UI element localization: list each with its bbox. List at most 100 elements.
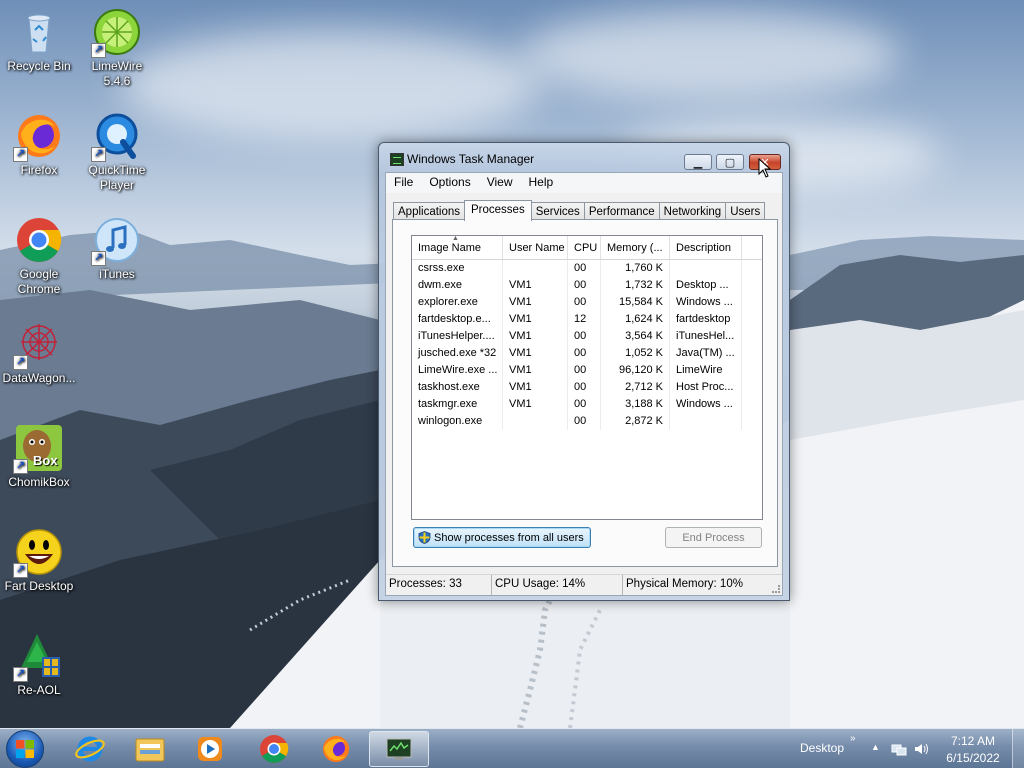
minimize-button[interactable]: ▁ <box>684 154 712 170</box>
table-row[interactable]: csrss.exe 00 1,760 K <box>412 260 762 277</box>
end-process-button[interactable]: End Process <box>665 527 762 548</box>
row-filler <box>742 379 762 396</box>
desktop-icon-chrome[interactable]: Google Chrome <box>0 216 78 297</box>
clock-date[interactable]: 6/15/2022 <box>944 751 1002 765</box>
cell-image-name: taskhost.exe <box>412 379 503 396</box>
shortcut-arrow-icon: ↗ <box>13 147 28 162</box>
status-processes: Processes: 33 <box>386 575 492 595</box>
cell-memory: 15,584 K <box>601 294 670 311</box>
show-hidden-icons-button[interactable]: ▲ <box>871 742 880 752</box>
menu-view[interactable]: View <box>479 173 521 193</box>
cell-user-name: VM1 <box>503 345 568 362</box>
tab-processes[interactable]: Processes <box>464 200 532 221</box>
menu-options[interactable]: Options <box>421 173 478 193</box>
table-row[interactable]: winlogon.exe 00 2,872 K <box>412 413 762 430</box>
table-row[interactable]: dwm.exe VM1 00 1,732 K Desktop ... <box>412 277 762 294</box>
column-header-cpu[interactable]: CPU <box>568 236 601 259</box>
start-button[interactable] <box>6 730 44 768</box>
taskbar-firefox[interactable] <box>306 731 366 767</box>
shortcut-arrow-icon: ↗ <box>91 43 106 58</box>
cell-cpu: 00 <box>568 345 601 362</box>
column-header-user-name[interactable]: User Name <box>503 236 568 259</box>
task-manager-icon <box>386 738 412 760</box>
cell-user-name: VM1 <box>503 311 568 328</box>
desktop-icon-label: Firefox <box>20 163 58 177</box>
network-icon[interactable] <box>891 742 907 756</box>
cell-memory: 1,732 K <box>601 277 670 294</box>
table-row[interactable]: explorer.exe VM1 00 15,584 K Windows ... <box>412 294 762 311</box>
cell-user-name: VM1 <box>503 328 568 345</box>
desktop-icon-label: Re-AOL <box>17 683 61 697</box>
process-list[interactable]: ▲ Image Name User Name CPU Memory (... D… <box>411 235 763 520</box>
table-row[interactable]: fartdesktop.e... VM1 12 1,624 Kfartdesktop <box>412 311 762 328</box>
desktop-icon-datawagon[interactable]: ↗ DataWagon... <box>0 320 78 386</box>
shortcut-arrow-icon: ↗ <box>13 667 28 682</box>
clock-time[interactable]: 7:12 AM <box>944 734 1002 748</box>
column-header-description[interactable]: Description <box>670 236 742 259</box>
taskbar-windows-media-player[interactable] <box>180 731 240 767</box>
row-filler <box>742 311 762 328</box>
desktop-icon-recycle-bin[interactable]: Recycle Bin <box>0 8 78 74</box>
cell-user-name: VM1 <box>503 396 568 413</box>
row-filler <box>742 396 762 413</box>
folder-icon <box>135 738 165 762</box>
limewire-icon: ↗ <box>91 8 141 58</box>
volume-icon[interactable] <box>913 742 929 756</box>
cell-cpu: 00 <box>568 277 601 294</box>
cell-description: Windows ... <box>670 396 742 413</box>
taskbar-google-chrome[interactable] <box>244 731 304 767</box>
processes-panel: ▲ Image Name User Name CPU Memory (... D… <box>392 219 778 567</box>
desktop-toolbar-label[interactable]: Desktop <box>800 741 844 755</box>
desktop-icon-label: Google Chrome <box>17 267 61 296</box>
show-desktop-button[interactable] <box>1012 729 1024 768</box>
desktop-icon-firefox[interactable]: ↗ Firefox <box>0 112 78 178</box>
desktop-icon-re-aol[interactable]: ↗ Re-AOL <box>0 632 78 698</box>
cell-memory: 3,188 K <box>601 396 670 413</box>
toolbar-chevron-icon[interactable]: » <box>850 733 856 744</box>
taskbar-internet-explorer[interactable] <box>60 731 120 767</box>
table-row[interactable]: taskmgr.exe VM1 00 3,188 K Windows ... <box>412 396 762 413</box>
cell-cpu: 12 <box>568 311 601 328</box>
desktop-icon-chomikbox[interactable]: Box ↗ ChomikBox <box>0 424 78 490</box>
table-row[interactable]: taskhost.exe VM1 00 2,712 K Host Proc... <box>412 379 762 396</box>
desktop-icon-quicktime[interactable]: ↗ QuickTime Player <box>78 112 156 193</box>
cell-memory: 1,760 K <box>601 260 670 277</box>
task-manager-window[interactable]: Windows Task Manager ▁ ▢ ✕ File Options … <box>378 142 790 601</box>
resize-grip[interactable] <box>772 585 780 593</box>
firefox-icon: ↗ <box>13 112 63 162</box>
taskbar-task-manager[interactable] <box>369 731 429 767</box>
table-row[interactable]: LimeWire.exe ... VM1 00 96,120 K LimeWire <box>412 362 762 379</box>
shortcut-arrow-icon: ↗ <box>91 147 106 162</box>
menu-file[interactable]: File <box>386 173 421 193</box>
table-row[interactable]: jusched.exe *32 VM1 00 1,052 K Java(TM) ... <box>412 345 762 362</box>
fart-desktop-icon: ↗ <box>13 528 63 578</box>
cell-user-name: VM1 <box>503 294 568 311</box>
desktop-icon-label: ChomikBox <box>8 475 70 489</box>
table-row[interactable]: iTunesHelper.... VM1 00 3,564 KiTunesHel... <box>412 328 762 345</box>
desktop-icon-limewire[interactable]: ↗ LimeWire 5.4.6 <box>78 8 156 89</box>
column-header-image-name[interactable]: ▲ Image Name <box>412 236 503 259</box>
cell-image-name: jusched.exe *32 <box>412 345 503 362</box>
row-filler <box>742 277 762 294</box>
desktop-icon-itunes[interactable]: ↗ iTunes <box>78 216 156 282</box>
status-cpu-usage: CPU Usage: 14% <box>492 575 623 595</box>
process-rows: csrss.exe 00 1,760 Kdwm.exe VM1 00 1,732 K Des… <box>412 260 762 430</box>
column-header-memory[interactable]: Memory (... <box>601 236 670 259</box>
tab-strip: Applications Processes Services Performa… <box>393 200 766 221</box>
taskbar-windows-explorer[interactable] <box>120 731 180 767</box>
internet-explorer-icon <box>75 736 105 762</box>
desktop-icon-fart-desktop[interactable]: ↗ Fart Desktop <box>0 528 78 594</box>
cell-memory: 1,052 K <box>601 345 670 362</box>
cell-image-name: fartdesktop.e... <box>412 311 503 328</box>
desktop-icon-label: QuickTime Player <box>88 163 146 192</box>
maximize-button[interactable]: ▢ <box>716 154 744 170</box>
column-header-label: Image Name <box>418 242 481 254</box>
menu-help[interactable]: Help <box>521 173 562 193</box>
cell-image-name: explorer.exe <box>412 294 503 311</box>
show-all-users-button[interactable]: Show processes from all users <box>413 527 591 548</box>
column-header-filler <box>742 236 762 259</box>
cell-user-name: VM1 <box>503 362 568 379</box>
windows-logo-icon <box>16 740 34 758</box>
desktop[interactable]: Recycle Bin ↗ LimeWire 5.4.6 ↗ Firefox ↗… <box>0 0 1024 728</box>
cell-cpu: 00 <box>568 362 601 379</box>
